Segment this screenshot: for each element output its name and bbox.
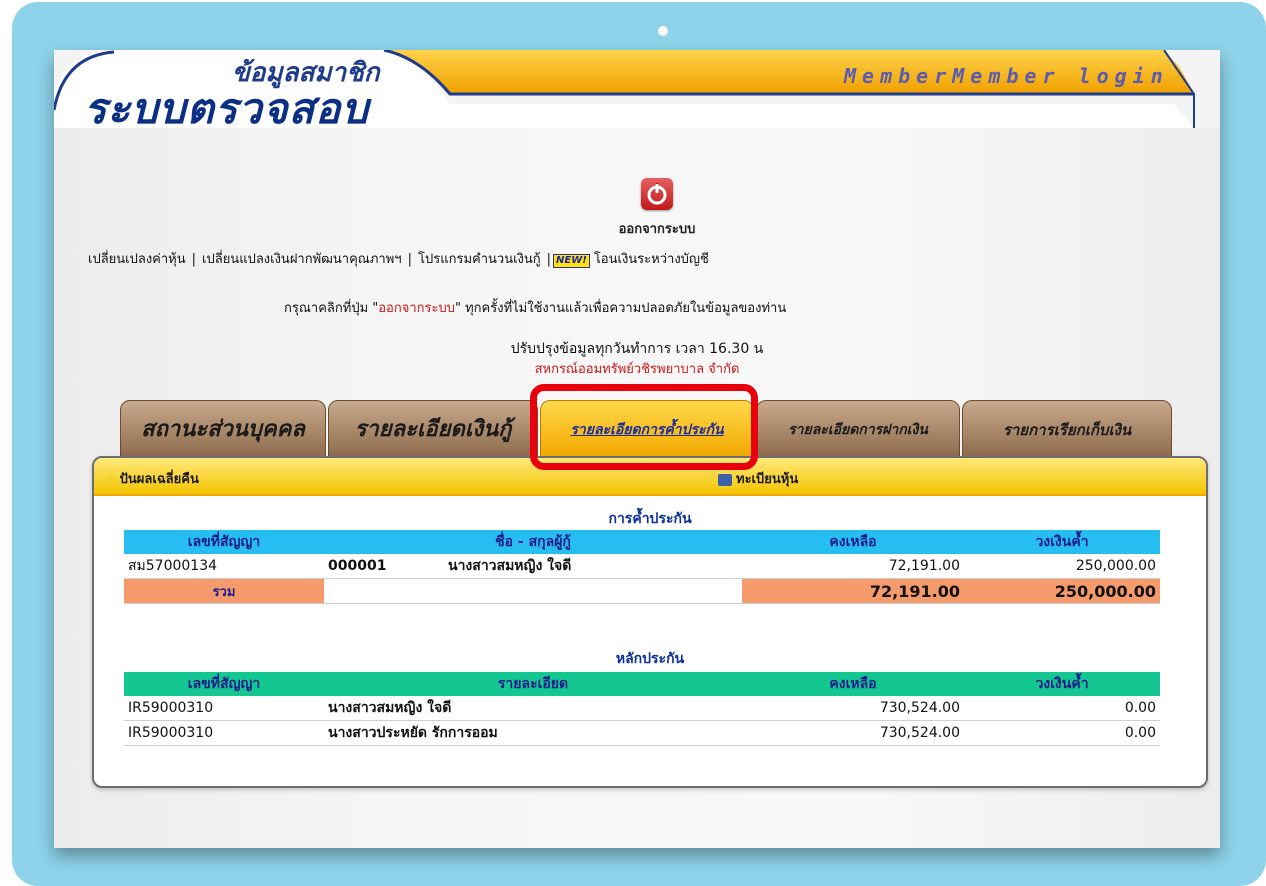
col-contract: เลขที่สัญญา (124, 672, 324, 696)
cell-detail: นางสาวสมหญิง ใจดี (324, 696, 742, 721)
cell-balance: 72,191.00 (742, 554, 964, 579)
link-deposit-change[interactable]: เปลี่ยนแปลงเงินฝากพัฒนาคุณภาพฯ (202, 252, 402, 267)
col-borrower-name: ชื่อ - สกุลผู้กู้ (324, 530, 742, 554)
tab-label: สถานะส่วนบุคคล (141, 417, 305, 442)
cell-borrower: 000001 นางสาวสมหญิง ใจดี (324, 554, 742, 579)
collateral-title: หลักประกัน (615, 651, 685, 667)
col-contract: เลขที่สัญญา (124, 530, 324, 554)
col-balance: คงเหลือ (742, 530, 964, 554)
header-banner: ข้อมูลสมาชิก ระบบตรวจสอบ MemberMember lo… (54, 50, 1220, 133)
notice-highlight: ออกจากระบบ (378, 301, 455, 316)
table-row: สม57000134 000001 นางสาวสมหญิง ใจดี 72,19… (124, 554, 1160, 579)
table-header-row: เลขที่สัญญา ชื่อ - สกุลผู้กู้ คงเหลือ วง… (124, 530, 1160, 554)
guarantee-title: การค้ำประกัน (608, 511, 692, 527)
camera-dot (658, 26, 668, 36)
guarantee-table: เลขที่สัญญา ชื่อ - สกุลผู้กู้ คงเหลือ วง… (124, 530, 1160, 604)
content-panel: ☆ ปันผลเฉลี่ยคืน ทะเบียนหุ้น การค้ำประกัน… (92, 456, 1208, 788)
browser-screen: ข้อมูลสมาชิก ระบบตรวจสอบ MemberMember lo… (54, 50, 1220, 848)
logout-notice: กรุณาคลิกที่ปุ่ม "ออกจากระบบ" ทุกครั้งที… (284, 297, 786, 318)
cell-limit: 250,000.00 (964, 554, 1160, 579)
quick-links-bar: เปลี่ยนเปลงค่าหุ้น | เปลี่ยนแปลงเงินฝากพัฒ… (88, 248, 709, 269)
total-blank (324, 578, 742, 604)
share-register-label: ทะเบียนหุ้น (736, 472, 799, 487)
table-header-row: เลขที่สัญญา รายละเอียด คงเหลือ วงเงินค้ำ (124, 672, 1160, 696)
cell-contract: IR59000310 (124, 720, 324, 746)
table-row: IR59000310 นางสาวสมหญิง ใจดี 730,524.00 … (124, 696, 1160, 721)
total-row: รวม 72,191.00 250,000.00 (124, 578, 1160, 604)
member-number: 000001 (328, 558, 387, 574)
logo-title: ระบบตรวจสอบ (84, 84, 369, 133)
share-register-link[interactable]: ทะเบียนหุ้น (718, 468, 798, 489)
link-transfer[interactable]: โอนเงินระหว่างบัญชี (594, 252, 709, 267)
dividend-link-label: ปันผลเฉลี่ยคืน (119, 472, 199, 487)
tab-label: รายการเรียกเก็บเงิน (1002, 421, 1132, 439)
col-limit: วงเงินค้ำ (964, 672, 1160, 696)
col-balance: คงเหลือ (742, 672, 964, 696)
total-limit: 250,000.00 (964, 578, 1160, 604)
member-login-text: MemberMember login (844, 64, 1169, 88)
tab-label: รายละเอียดการฝากเงิน (788, 422, 928, 438)
col-limit: วงเงินค้ำ (964, 530, 1160, 554)
tab-label: รายละเอียดเงินกู้ (354, 417, 512, 442)
tab-personal-status[interactable]: สถานะส่วนบุคคล (120, 400, 326, 458)
logout-label[interactable]: ออกจากระบบ (602, 218, 712, 239)
cell-contract: IR59000310 (124, 696, 324, 721)
col-detail: รายละเอียด (324, 672, 742, 696)
link-loan-calculator[interactable]: โปรแกรมคำนวนเงินกู้ (418, 252, 541, 267)
cell-detail: นางสาวประหยัด รักการออม (324, 720, 742, 746)
tab-loan-details[interactable]: รายละเอียดเงินกู้ (328, 400, 538, 458)
link-share-change[interactable]: เปลี่ยนเปลงค่าหุ้น (88, 252, 186, 267)
power-icon[interactable] (641, 178, 673, 210)
separator: | (407, 252, 412, 267)
notice-suffix: " ทุกครั้งที่ไม่ใช้งานแล้วเพื่อความปลอดภ… (455, 301, 787, 316)
dividend-link[interactable]: ☆ ปันผลเฉลี่ยคืน (106, 468, 199, 489)
borrower-name: นางสาวสมหญิง ใจดี (448, 558, 572, 574)
tab-billing-list[interactable]: รายการเรียกเก็บเงิน (962, 400, 1172, 458)
highlight-box (530, 384, 758, 470)
logout-area: ออกจากระบบ (602, 178, 712, 239)
coop-name: สหกรณ์ออมทรัพย์วชิรพยาบาล จำกัด (534, 362, 740, 377)
total-label: รวม (124, 578, 324, 604)
notice-prefix: กรุณาคลิกที่ปุ่ม " (284, 301, 379, 316)
cell-limit: 0.00 (964, 696, 1160, 721)
cell-contract: สม57000134 (124, 554, 324, 579)
cell-balance: 730,524.00 (742, 720, 964, 746)
total-balance: 72,191.00 (742, 578, 964, 604)
cell-balance: 730,524.00 (742, 696, 964, 721)
cell-limit: 0.00 (964, 720, 1160, 746)
register-icon (718, 473, 732, 486)
separator: | (546, 252, 552, 267)
tab-deposit-details[interactable]: รายละเอียดการฝากเงิน (756, 400, 960, 458)
star-icon: ☆ (106, 472, 118, 487)
separator: | (191, 252, 197, 267)
table-row: IR59000310 นางสาวประหยัด รักการออม 730,5… (124, 720, 1160, 746)
new-badge: NEW! (553, 254, 590, 268)
collateral-table: เลขที่สัญญา รายละเอียด คงเหลือ วงเงินค้ำ… (124, 672, 1160, 746)
update-time-text: ปรับปรุงข้อมูลทุกวันทำการ เวลา 16.30 น (510, 341, 764, 357)
